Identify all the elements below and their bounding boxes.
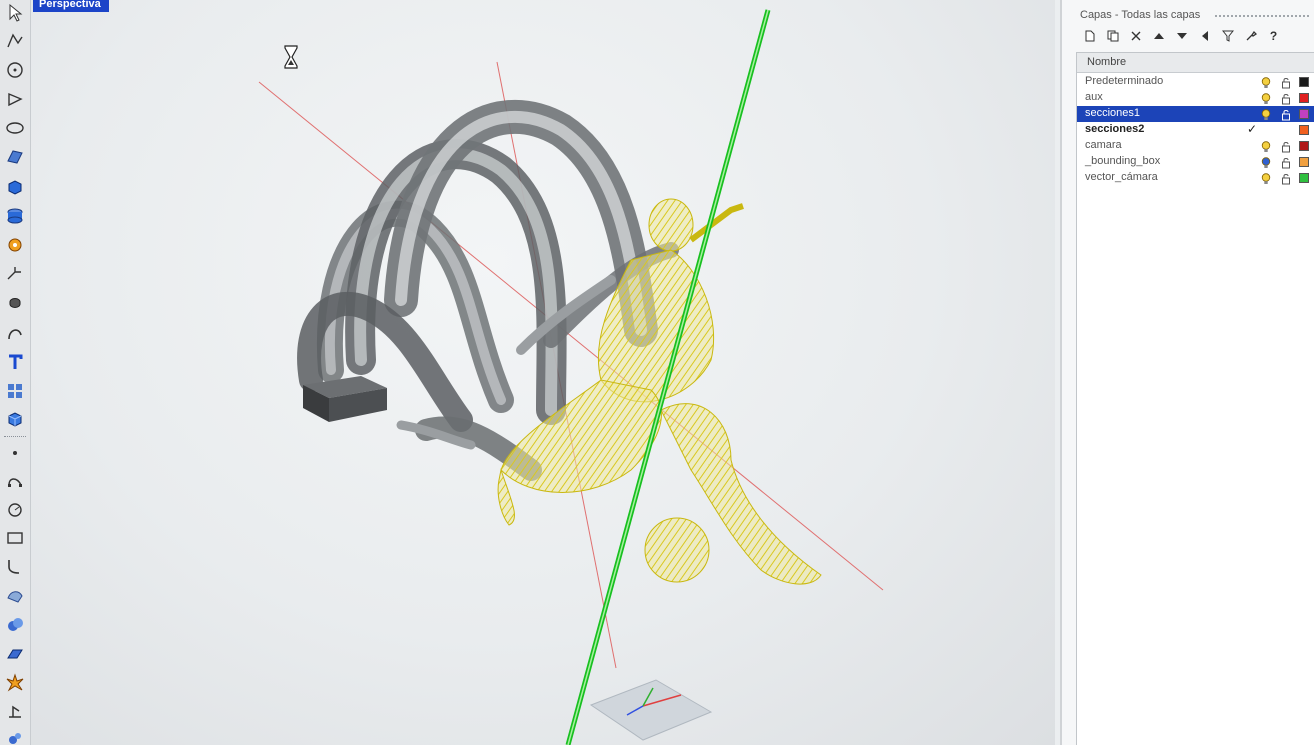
lock-icon[interactable]	[1281, 140, 1291, 153]
cube-icon[interactable]	[4, 408, 26, 430]
layer-color-swatch[interactable]	[1299, 125, 1309, 135]
lock-icon[interactable]	[1281, 76, 1291, 89]
lock-icon[interactable]	[1281, 108, 1291, 121]
layer-name[interactable]: Predeterminado	[1085, 75, 1163, 87]
curve-edit-icon[interactable]	[4, 470, 26, 492]
help-icon[interactable]: ?	[1264, 27, 1283, 45]
visibility-bulb-icon[interactable]	[1261, 172, 1271, 184]
lock-icon[interactable]	[1281, 92, 1291, 105]
new-layer-icon[interactable]	[1080, 27, 1099, 45]
visibility-bulb-icon[interactable]	[1261, 156, 1271, 168]
layer-row[interactable]: secciones1	[1077, 106, 1314, 122]
array-icon[interactable]	[4, 380, 26, 402]
construction-grid	[589, 679, 713, 741]
plane-icon[interactable]	[4, 643, 26, 665]
layer-row[interactable]: camara	[1077, 138, 1314, 154]
ellipse-icon[interactable]	[4, 117, 26, 139]
layer-row[interactable]: secciones2 ✓	[1077, 122, 1314, 138]
move-up-icon[interactable]	[1149, 27, 1168, 45]
blob-icon[interactable]	[4, 292, 26, 314]
viewport-title[interactable]: Perspectiva	[33, 0, 109, 12]
panel-grip[interactable]	[1214, 14, 1310, 18]
panel-title: Capas - Todas las capas	[1080, 9, 1201, 21]
fillet-icon[interactable]	[4, 556, 26, 578]
layer-name[interactable]: aux	[1085, 91, 1103, 103]
surface-icon[interactable]	[4, 146, 26, 168]
3d-scene[interactable]	[31, 0, 1055, 745]
layer-row[interactable]: _bounding_box	[1077, 154, 1314, 170]
circle-icon[interactable]	[4, 59, 26, 81]
layer-color-swatch[interactable]	[1299, 173, 1309, 183]
move-down-icon[interactable]	[1172, 27, 1191, 45]
layer-color-swatch[interactable]	[1299, 141, 1309, 151]
visibility-bulb-icon[interactable]	[1261, 92, 1271, 104]
toolbar-separator	[4, 436, 26, 437]
visibility-bulb-icon[interactable]	[1261, 140, 1271, 152]
layer-row[interactable]: vector_cámara	[1077, 170, 1314, 186]
layers-toolbar: ?	[1080, 27, 1283, 47]
filter-icon[interactable]	[1218, 27, 1237, 45]
render-icon[interactable]	[4, 727, 26, 745]
column-header[interactable]: Nombre	[1077, 53, 1314, 73]
layer-name[interactable]: vector_cámara	[1085, 171, 1158, 183]
lock-icon[interactable]	[1281, 156, 1291, 169]
column-name: Nombre	[1087, 56, 1127, 68]
layer-color-swatch[interactable]	[1299, 157, 1309, 167]
layer-name[interactable]: camara	[1085, 139, 1122, 151]
help-label: ?	[1269, 29, 1278, 43]
layer-row[interactable]: aux	[1077, 90, 1314, 106]
rectangle-icon[interactable]	[4, 527, 26, 549]
curve-icon[interactable]	[4, 322, 26, 344]
move-left-icon[interactable]	[1195, 27, 1214, 45]
polygon-icon[interactable]	[4, 88, 26, 110]
hourglass-cursor-icon	[284, 45, 298, 69]
box-solid-icon[interactable]	[4, 176, 26, 198]
layer-name[interactable]: secciones1	[1085, 107, 1140, 119]
boolean-icon[interactable]	[4, 614, 26, 636]
current-layer-check-icon: ✓	[1247, 122, 1258, 136]
explode-icon[interactable]	[4, 672, 26, 694]
lock-icon[interactable]	[1281, 172, 1291, 185]
gear-transform-icon[interactable]	[4, 234, 26, 256]
layer-color-swatch[interactable]	[1299, 109, 1309, 119]
layer-color-swatch[interactable]	[1299, 93, 1309, 103]
layer-name[interactable]: _bounding_box	[1085, 155, 1160, 167]
tools-icon[interactable]	[1241, 27, 1260, 45]
layer-color-swatch[interactable]	[1299, 77, 1309, 87]
visibility-bulb-icon[interactable]	[1261, 76, 1271, 88]
analyze-icon[interactable]	[4, 700, 26, 722]
perspective-viewport[interactable]: Perspectiva	[31, 0, 1055, 745]
delete-icon[interactable]	[1126, 27, 1145, 45]
select-arrow-icon[interactable]	[4, 2, 26, 24]
polyline-icon[interactable]	[4, 30, 26, 52]
cylinder-icon[interactable]	[4, 205, 26, 227]
layer-row[interactable]: Predeterminado	[1077, 74, 1314, 90]
point-icon[interactable]	[4, 442, 26, 464]
loft-icon[interactable]	[4, 585, 26, 607]
text-icon[interactable]	[4, 351, 26, 373]
layers-list: Nombre Predeterminado aux secciones1 seccio…	[1076, 52, 1314, 745]
new-sublayer-icon[interactable]	[1103, 27, 1122, 45]
layers-panel: Capas - Todas las capas ? Nombre Predete…	[1060, 0, 1314, 745]
layer-name[interactable]: secciones2	[1085, 123, 1144, 135]
left-toolbar	[0, 0, 31, 745]
visibility-bulb-icon[interactable]	[1261, 108, 1271, 120]
dimension-icon[interactable]	[4, 263, 26, 285]
circle-snap-icon[interactable]	[4, 498, 26, 520]
